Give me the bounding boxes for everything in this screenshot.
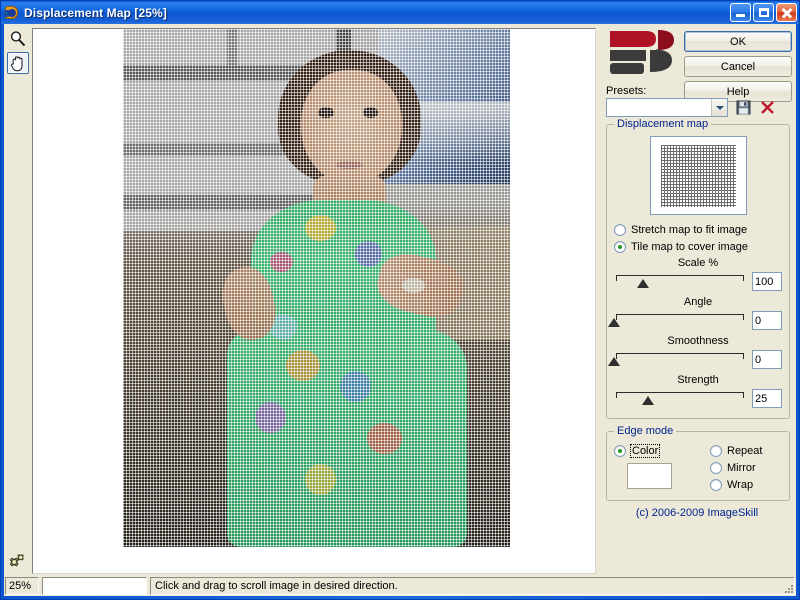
minimize-button[interactable] [730, 3, 751, 22]
resize-grip[interactable] [782, 582, 794, 594]
smoothness-label: Smoothness [667, 335, 729, 347]
ok-button[interactable]: OK [684, 31, 792, 52]
strength-slider-thumb[interactable] [641, 396, 654, 405]
edge-mode-group: Edge mode Color Repeat Mirror Wrap [606, 425, 790, 501]
displacement-map-group: Displacement map Stretch map to fit imag… [606, 118, 790, 419]
presets-label: Presets: [606, 85, 647, 97]
radio-stretch-label: Stretch map to fit image [631, 223, 748, 236]
window-controls [730, 3, 797, 22]
smoothness-slider-thumb[interactable] [608, 357, 620, 366]
status-bar: 25% Click and drag to scroll image in de… [4, 576, 796, 596]
strength-label: Strength [677, 374, 719, 386]
close-button[interactable] [776, 3, 797, 22]
main-row: OK Cancel Help Presets: Displacement map… [4, 24, 796, 576]
smoothness-value-field[interactable]: 0 [752, 350, 782, 369]
radio-wrap-label: Wrap [727, 478, 754, 491]
tool-palette [4, 24, 32, 576]
edge-mode-legend: Edge mode [614, 425, 677, 437]
angle-label: Angle [683, 296, 713, 308]
brand-row: OK Cancel Help [602, 28, 792, 102]
radio-repeat-label: Repeat [727, 444, 763, 457]
save-preset-button[interactable] [734, 99, 752, 117]
radio-tile-indicator [614, 240, 626, 253]
displacement-map-legend: Displacement map [614, 118, 712, 130]
status-hint-text: Click and drag to scroll image in desire… [150, 577, 795, 595]
maximize-button[interactable] [753, 3, 774, 22]
radio-color-label: Color [629, 443, 661, 458]
radio-edge-repeat[interactable]: Repeat [710, 442, 782, 459]
copyright-text: (c) 2006-2009 ImageSkill [635, 507, 759, 519]
application-window: Displacement Map [25%] OK Cancel Help Pr… [0, 0, 800, 600]
radio-color-indicator [614, 444, 626, 457]
title-bar[interactable]: Displacement Map [25%] [1, 1, 799, 24]
smoothness-slider[interactable] [608, 350, 748, 372]
presets-row [602, 98, 792, 117]
client-area: OK Cancel Help Presets: Displacement map… [4, 24, 796, 596]
angle-slider[interactable] [608, 311, 748, 333]
settings-tool[interactable] [7, 548, 31, 572]
radio-edge-color[interactable]: Color [614, 442, 710, 459]
delete-preset-button[interactable] [758, 99, 776, 117]
angle-slider-thumb[interactable] [608, 318, 620, 327]
scale-value-field[interactable]: 100 [752, 272, 782, 291]
slider-block-smoothness: Smoothness 0 [608, 335, 782, 372]
window-title: Displacement Map [25%] [24, 5, 167, 20]
edge-color-swatch[interactable] [627, 463, 672, 489]
radio-edge-mirror[interactable]: Mirror [710, 459, 782, 476]
radio-wrap-indicator [710, 478, 722, 491]
scale-slider-thumb[interactable] [637, 279, 650, 288]
preview-image[interactable] [123, 29, 510, 547]
displacement-map-thumbnail[interactable] [649, 136, 747, 215]
map-pattern-preview [660, 144, 736, 207]
radio-edge-wrap[interactable]: Wrap [710, 476, 782, 493]
slider-block-strength: Strength 25 [614, 374, 782, 411]
radio-stretch-indicator [614, 223, 626, 236]
radio-mirror-label: Mirror [727, 461, 756, 474]
zoom-tool[interactable] [7, 28, 29, 50]
radio-mirror-indicator [710, 461, 722, 474]
zoom-level-indicator: 25% [5, 577, 39, 595]
strength-slider[interactable] [614, 389, 748, 411]
radio-stretch-map[interactable]: Stretch map to fit image [614, 221, 782, 238]
radio-repeat-indicator [710, 444, 722, 457]
radio-tile-map[interactable]: Tile map to cover image [614, 238, 782, 255]
chevron-down-icon[interactable] [711, 99, 727, 116]
scale-slider[interactable] [614, 272, 748, 294]
image-preview-canvas[interactable] [32, 28, 596, 574]
slider-block-angle: Angle 0 [608, 296, 782, 333]
controls-panel: OK Cancel Help Presets: Displacement map… [600, 24, 796, 576]
cancel-button[interactable]: Cancel [684, 56, 792, 77]
pan-tool[interactable] [7, 52, 29, 74]
angle-value-field[interactable]: 0 [752, 311, 782, 330]
app-icon [4, 5, 20, 21]
strength-value-field[interactable]: 25 [752, 389, 782, 408]
progress-bar [42, 577, 147, 595]
radio-tile-label: Tile map to cover image [631, 240, 748, 253]
scale-label: Scale % [677, 257, 719, 269]
slider-block-scale: Scale % 100 [614, 257, 782, 294]
presets-combobox[interactable] [606, 98, 728, 117]
imageskill-logo [606, 28, 684, 78]
